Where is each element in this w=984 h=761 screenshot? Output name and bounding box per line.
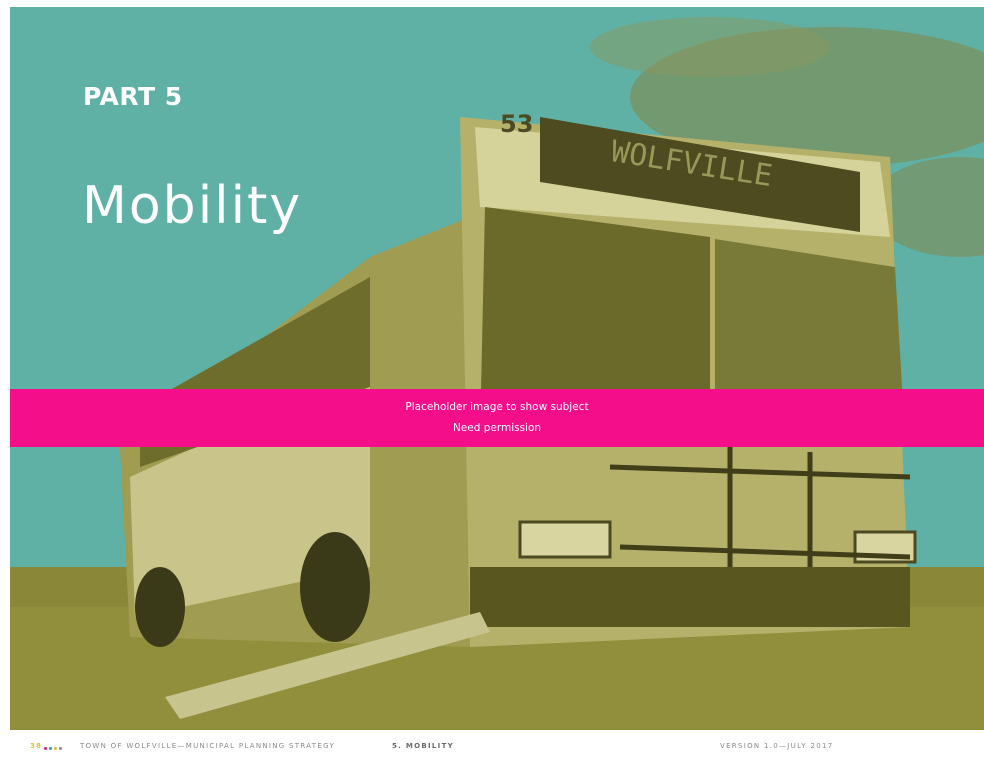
page-footer: 38 TOWN OF WOLFVILLE—MUNICIPAL PLANNING … <box>10 736 984 756</box>
cover-photo-bus: WOLFVILLE 53 <box>10 7 984 730</box>
footer-dot <box>44 747 47 750</box>
version-label: VERSION 1.0—JULY 2017 <box>720 742 834 750</box>
cloud <box>590 17 830 77</box>
document-title: TOWN OF WOLFVILLE—MUNICIPAL PLANNING STR… <box>80 742 336 750</box>
chapter-reference: 5. MOBILITY <box>392 742 455 750</box>
permission-note: Need permission <box>452 422 542 434</box>
footer-dot <box>49 747 52 750</box>
page-number: 38 <box>30 742 43 750</box>
document-page: WOLFVILLE 53 PART 5 Mobility Placeholder… <box>0 0 984 761</box>
footer-dots <box>44 744 64 752</box>
route-number: 53 <box>500 110 533 138</box>
bus-illustration: WOLFVILLE 53 <box>10 7 984 730</box>
bumper <box>470 567 910 627</box>
wheel-front <box>300 532 370 642</box>
chapter-title: Mobility <box>82 176 303 236</box>
headlight-left <box>518 520 612 559</box>
placeholder-note: Placeholder image to show subject <box>405 401 589 413</box>
footer-dot <box>59 747 62 750</box>
wheel-rear <box>135 567 185 647</box>
footer-dot <box>54 747 57 750</box>
placeholder-banner: Placeholder image to show subject Need p… <box>10 389 984 447</box>
part-label: PART 5 <box>83 82 183 111</box>
